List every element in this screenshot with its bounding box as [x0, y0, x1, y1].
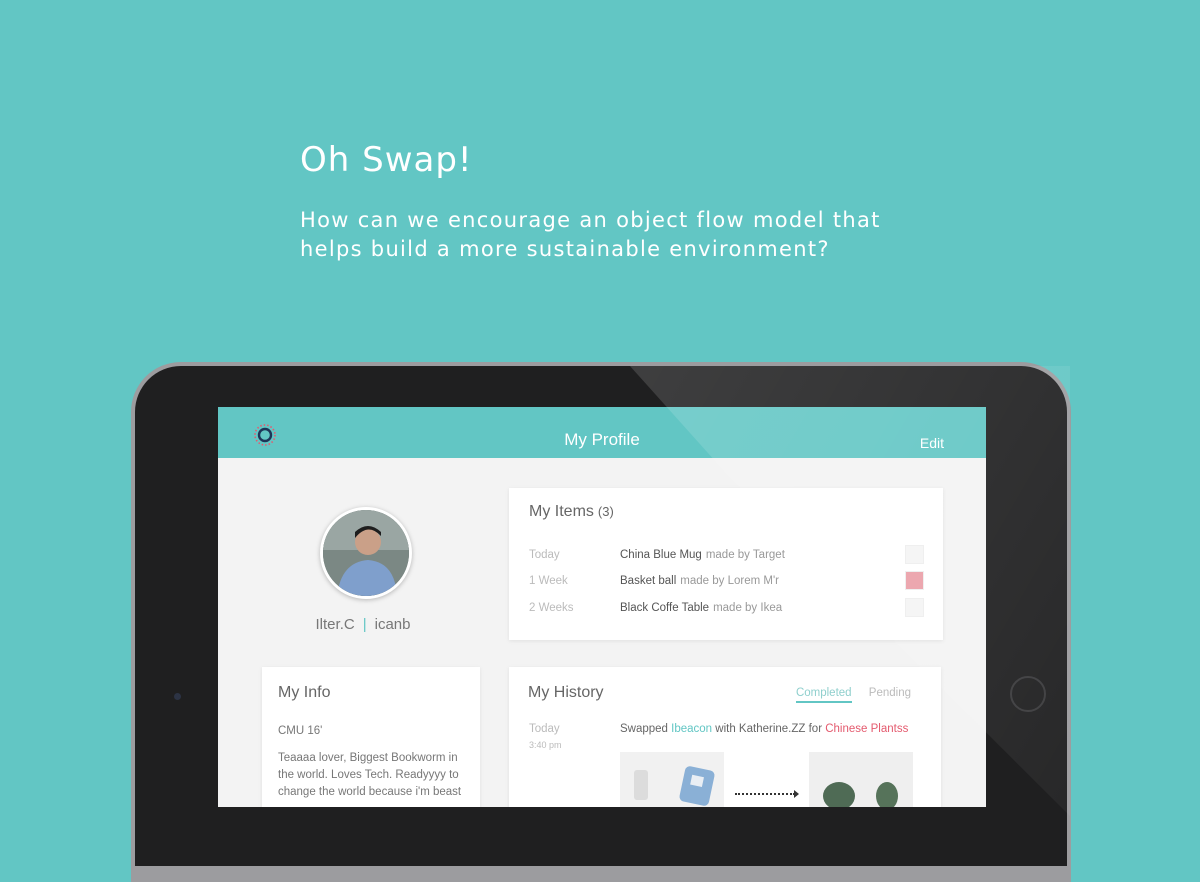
item-name: China Blue Mug made by Target — [620, 549, 785, 561]
profile-handle: icanb — [374, 616, 411, 633]
history-prefix: Swapped — [620, 723, 672, 735]
item-time: 2 Weeks — [529, 602, 574, 614]
item-time: Today — [529, 549, 560, 561]
my-items-title: My Items (3) — [529, 503, 614, 521]
item-title: Black Coffe Table — [620, 602, 710, 614]
app-header: My Profile Edit — [218, 407, 986, 458]
name-separator: | — [362, 616, 367, 633]
list-item[interactable]: Today China Blue Mug made by Target — [529, 545, 924, 569]
item-maker: made by Ikea — [713, 602, 783, 614]
my-history-title: My History — [528, 684, 604, 701]
item-title: Basket ball — [620, 575, 677, 587]
page-title: My Profile — [564, 430, 640, 449]
item-title: China Blue Mug — [620, 549, 702, 561]
avatar-photo-icon — [323, 510, 409, 596]
item-name: Basket ball made by Lorem M'r — [620, 575, 779, 587]
my-info-title: My Info — [278, 684, 331, 701]
info-body: CMU 16' Teaaaa lover, Biggest Bookworm i… — [278, 723, 464, 801]
list-item[interactable]: 2 Weeks Black Coffe Table made by Ikea — [529, 598, 924, 622]
info-bio: Teaaaa lover, Biggest Bookworm in the wo… — [278, 752, 462, 798]
history-date: Today — [529, 723, 560, 735]
history-tabs: Completed Pending — [782, 687, 911, 703]
my-history-card: My History Completed Pending Today 3:40 … — [509, 667, 941, 807]
ibeacon-photo-icon — [620, 752, 724, 807]
profile-name: Ilter.C | icanb — [278, 616, 448, 633]
plants-photo-icon — [809, 752, 913, 807]
hero-subtitle: How can we encourage an object flow mode… — [300, 208, 881, 261]
table-thumbnail-icon — [905, 598, 924, 617]
app-screen: My Profile Edit Ilter.C | icanb My Items (3… — [218, 407, 986, 807]
my-info-card: My Info CMU 16' Teaaaa lover, Biggest Bo… — [262, 667, 480, 807]
info-school: CMU 16' — [278, 725, 323, 737]
item-maker: made by Lorem M'r — [680, 575, 779, 587]
camera-icon — [174, 693, 181, 700]
list-item[interactable]: 1 Week Basket ball made by Lorem M'r — [529, 571, 924, 595]
ball-thumbnail-icon — [905, 571, 924, 590]
item-time: 1 Week — [529, 575, 568, 587]
history-item-link[interactable]: Ibeacon — [671, 723, 712, 735]
swap-arrow-icon — [735, 790, 799, 798]
my-items-card: My Items (3) Today China Blue Mug made by … — [509, 488, 943, 640]
avatar[interactable] — [320, 507, 412, 599]
home-button[interactable] — [1010, 676, 1046, 712]
my-items-label: My Items — [529, 503, 594, 520]
hero-title: Oh Swap! — [300, 140, 473, 180]
edit-button[interactable]: Edit — [920, 435, 944, 451]
tab-completed[interactable]: Completed — [795, 687, 852, 703]
history-time: 3:40 pm — [529, 740, 562, 750]
item-maker: made by Target — [705, 549, 785, 561]
items-count: (3) — [597, 504, 614, 519]
mug-thumbnail-icon — [905, 545, 924, 564]
history-middle: with Katherine.ZZ for — [712, 723, 826, 735]
tab-pending[interactable]: Pending — [869, 687, 911, 699]
history-other-item-link[interactable]: Chinese Plantss — [825, 723, 908, 735]
history-entry-text: Swapped Ibeacon with Katherine.ZZ for Ch… — [620, 723, 908, 735]
item-name: Black Coffe Table made by Ikea — [620, 602, 782, 614]
profile-display-name: Ilter.C — [315, 616, 355, 633]
